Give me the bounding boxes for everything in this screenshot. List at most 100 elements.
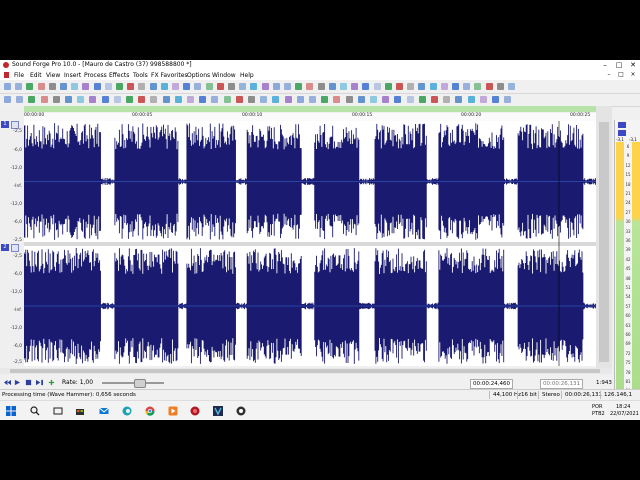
edit-toolbar-button-icon[interactable] (260, 96, 268, 103)
edit-toolbar-button-icon[interactable] (394, 96, 402, 103)
toolbar-button-icon[interactable] (362, 83, 370, 90)
toolbar-button-icon[interactable] (194, 83, 202, 90)
vertical-scrollbar[interactable] (596, 106, 612, 370)
close-button[interactable]: ✕ (626, 60, 640, 70)
toolbar-button-icon[interactable] (261, 83, 269, 90)
toolbar-button-icon[interactable] (508, 83, 515, 90)
menu-insert[interactable]: Insert (64, 72, 81, 79)
toolbar-button-icon[interactable] (71, 83, 79, 90)
toolbar-button-icon[interactable] (60, 83, 67, 90)
edit-toolbar-button-icon[interactable] (504, 96, 512, 103)
toolbar-button-icon[interactable] (205, 83, 213, 90)
rate-slider-track[interactable] (102, 382, 164, 384)
toolbar-button-icon[interactable] (127, 83, 135, 90)
loop-icon[interactable] (48, 379, 55, 386)
edit-toolbar-button-icon[interactable] (443, 96, 451, 103)
edit-toolbar-button-icon[interactable] (113, 96, 121, 103)
menu-edit[interactable]: Edit (30, 72, 42, 79)
maximize-button[interactable]: □ (612, 60, 626, 70)
edit-toolbar-button-icon[interactable] (248, 96, 255, 103)
clock-time[interactable]: 18:24 (616, 404, 630, 410)
selection-start-field[interactable]: 00:00:24,460 (470, 379, 513, 389)
edit-toolbar-button-icon[interactable] (174, 96, 182, 103)
edit-toolbar-button-icon[interactable] (150, 96, 158, 103)
edit-toolbar-button-icon[interactable] (345, 96, 353, 103)
toolbar-button-icon[interactable] (496, 83, 504, 90)
toolbar-button-icon[interactable] (149, 83, 157, 90)
menu-process[interactable]: Process (84, 72, 107, 79)
toolbar-button-icon[interactable] (373, 83, 381, 90)
toolbar-button-icon[interactable] (183, 83, 191, 90)
waveform-area[interactable] (23, 121, 596, 366)
rewind-icon[interactable] (4, 379, 11, 386)
channel-2-label[interactable]: 2 (1, 244, 9, 251)
edit-toolbar-button-icon[interactable] (187, 96, 194, 103)
edit-toolbar-button-icon[interactable] (211, 96, 219, 103)
toolbar-button-icon[interactable] (463, 83, 471, 90)
channel-1-toggle[interactable] (11, 121, 19, 129)
edit-toolbar-button-icon[interactable] (162, 96, 170, 103)
mail-icon[interactable] (99, 406, 109, 416)
toolbar-button-icon[interactable] (440, 83, 448, 90)
edit-toolbar-button-icon[interactable] (455, 96, 463, 103)
toolbar-button-icon[interactable] (93, 83, 101, 90)
menu-options[interactable]: Options (187, 72, 210, 79)
menu-file[interactable]: File (14, 72, 24, 79)
toolbar-button-icon[interactable] (407, 83, 415, 90)
edit-toolbar-button-icon[interactable] (418, 96, 426, 103)
obs-icon[interactable] (236, 406, 246, 416)
meter-channel-2-button[interactable] (618, 130, 626, 136)
toolbar-button-icon[interactable] (328, 83, 336, 90)
rate-slider-thumb[interactable] (134, 379, 146, 388)
edit-toolbar-button-icon[interactable] (309, 96, 316, 103)
meter-channel-1-button[interactable] (618, 122, 626, 128)
toolbar-button-icon[interactable] (48, 83, 56, 90)
edit-toolbar-button-icon[interactable] (272, 96, 280, 103)
horizontal-scroll-thumb[interactable] (10, 369, 600, 373)
edit-toolbar-button-icon[interactable] (479, 96, 487, 103)
doc-minimize-button[interactable]: – (604, 71, 614, 78)
channel-1-label[interactable]: 1 (1, 121, 9, 128)
edit-toolbar-button-icon[interactable] (223, 96, 231, 103)
toolbar-button-icon[interactable] (284, 83, 291, 90)
toolbar-button-icon[interactable] (317, 83, 325, 90)
vegas-icon[interactable] (213, 406, 223, 416)
edit-toolbar-button-icon[interactable] (138, 96, 146, 103)
toolbar-button-icon[interactable] (4, 83, 11, 90)
edit-toolbar-button-icon[interactable] (235, 96, 243, 103)
edit-toolbar-button-icon[interactable] (16, 96, 24, 103)
edit-toolbar-button-icon[interactable] (492, 96, 499, 103)
edit-toolbar-button-icon[interactable] (199, 96, 207, 103)
toolbar-button-icon[interactable] (239, 83, 247, 90)
toolbar-button-icon[interactable] (26, 83, 34, 90)
menu-tools[interactable]: Tools (133, 72, 148, 79)
sound-forge-taskbar-icon[interactable] (190, 406, 200, 416)
toolbar-button-icon[interactable] (485, 83, 493, 90)
doc-close-button[interactable]: × (628, 71, 638, 78)
stop-icon[interactable] (25, 379, 32, 386)
language-indicator[interactable]: POR (592, 404, 602, 410)
toolbar-button-icon[interactable] (228, 83, 235, 90)
minimize-button[interactable]: – (598, 60, 612, 70)
edit-toolbar-button-icon[interactable] (28, 96, 36, 103)
toolbar-button-icon[interactable] (138, 83, 146, 90)
edit-toolbar-button-icon[interactable] (406, 96, 414, 103)
edit-toolbar-button-icon[interactable] (40, 96, 48, 103)
toolbar-button-icon[interactable] (104, 83, 112, 90)
edit-toolbar-button-icon[interactable] (382, 96, 390, 103)
edit-toolbar-button-icon[interactable] (467, 96, 475, 103)
toolbar-button-icon[interactable] (272, 83, 280, 90)
toolbar-button-icon[interactable] (418, 83, 426, 90)
toolbar-button-icon[interactable] (306, 83, 314, 90)
menu-window[interactable]: Window (212, 72, 236, 79)
edit-toolbar-button-icon[interactable] (296, 96, 304, 103)
media-player-icon[interactable] (168, 406, 178, 416)
toolbar-button-icon[interactable] (216, 83, 224, 90)
toolbar-button-icon[interactable] (15, 83, 23, 90)
task-view-icon[interactable] (53, 406, 63, 416)
doc-restore-button[interactable]: □ (616, 71, 626, 78)
toolbar-button-icon[interactable] (160, 83, 168, 90)
toolbar-button-icon[interactable] (340, 83, 347, 90)
edit-toolbar-button-icon[interactable] (431, 96, 438, 103)
edge-icon[interactable] (122, 406, 132, 416)
